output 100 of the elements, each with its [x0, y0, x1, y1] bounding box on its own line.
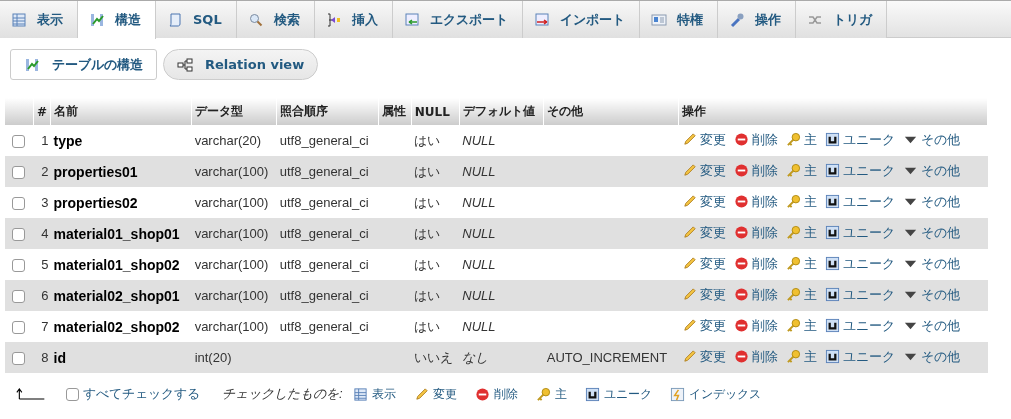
tab[interactable]: 検索 — [236, 1, 315, 38]
tab[interactable]: 特権 — [639, 1, 718, 38]
action-link[interactable]: 削除 — [751, 254, 778, 273]
unique-icon — [824, 132, 840, 148]
table-cell: はい — [411, 218, 460, 249]
action-link[interactable]: ユニーク — [842, 316, 895, 335]
tab[interactable]: トリガ — [795, 1, 887, 38]
action-link[interactable]: その他 — [920, 254, 960, 273]
action-link[interactable]: その他 — [920, 223, 960, 242]
action-link[interactable]: 主 — [803, 192, 817, 211]
action-link[interactable]: ユニーク — [842, 161, 895, 180]
action-link[interactable]: 主 — [803, 223, 817, 242]
pencil-icon — [413, 386, 429, 402]
bulk-action-link[interactable]: 表示 — [371, 385, 396, 403]
key-icon — [785, 318, 801, 334]
action-link[interactable]: ユニーク — [842, 223, 895, 242]
tab[interactable]: 操作 — [717, 1, 796, 38]
row-checkbox[interactable] — [12, 290, 25, 304]
action-link[interactable]: 削除 — [751, 347, 778, 366]
bulk-action-link[interactable]: 変更 — [432, 385, 457, 403]
action-link[interactable]: 変更 — [699, 285, 726, 304]
action-link[interactable]: その他 — [920, 316, 960, 335]
table-cell: NULL — [459, 187, 544, 218]
action-link[interactable]: 主 — [803, 316, 817, 335]
column-header: 操作 — [678, 98, 988, 125]
table-cell: なし — [459, 342, 544, 373]
search-icon — [247, 11, 264, 28]
table-cell: utf8_general_ci — [276, 311, 379, 342]
action-link[interactable]: 主 — [803, 347, 817, 366]
row-checkbox[interactable] — [12, 259, 25, 273]
bulk-action-link[interactable]: インデックス — [688, 385, 761, 403]
import-icon — [533, 11, 550, 28]
table-cell: varchar(100) — [191, 187, 277, 218]
tab[interactable]: 表示 — [0, 1, 78, 38]
column-header: その他 — [543, 98, 679, 125]
tab[interactable]: 構造 — [78, 1, 156, 39]
action-link[interactable]: ユニーク — [842, 347, 895, 366]
row-checkbox[interactable] — [12, 135, 25, 149]
subtab[interactable]: Relation view — [163, 49, 319, 80]
pencil-icon — [681, 132, 697, 148]
tab[interactable]: 挿入 — [314, 1, 393, 38]
table-cell: varchar(100) — [191, 311, 277, 342]
key-icon — [535, 386, 551, 402]
action-link[interactable]: 主 — [803, 161, 817, 180]
structure-icon — [24, 56, 40, 73]
unique-icon — [824, 163, 840, 179]
action-link[interactable]: ユニーク — [842, 285, 895, 304]
action-link[interactable]: 削除 — [751, 161, 778, 180]
key-icon — [785, 256, 801, 272]
row-checkbox[interactable] — [12, 228, 25, 242]
action-link[interactable]: その他 — [920, 192, 960, 211]
action-link[interactable]: その他 — [920, 347, 960, 366]
subtab[interactable]: テーブルの構造 — [10, 49, 157, 80]
action-link[interactable]: ユニーク — [842, 254, 895, 273]
action-link[interactable]: 変更 — [699, 316, 726, 335]
bulk-action-link[interactable]: ユニーク — [603, 385, 652, 403]
tab[interactable]: エクスポート — [392, 1, 523, 38]
action-link[interactable]: 削除 — [751, 285, 778, 304]
action-link[interactable]: 削除 — [751, 316, 778, 335]
action-link[interactable]: 変更 — [699, 223, 726, 242]
action-link[interactable]: 削除 — [751, 223, 778, 242]
action-link[interactable]: その他 — [920, 130, 960, 149]
action-link[interactable]: 主 — [803, 285, 817, 304]
row-checkbox[interactable] — [12, 197, 25, 211]
action-link[interactable]: 変更 — [699, 130, 726, 149]
action-link[interactable]: 変更 — [699, 347, 726, 366]
scroll-icon — [167, 11, 183, 28]
row-checkbox[interactable] — [12, 166, 25, 180]
action-link[interactable]: その他 — [920, 161, 960, 180]
bulk-action-link[interactable]: 主 — [554, 385, 567, 403]
table-icon — [352, 386, 368, 402]
table-cell: 3 — [33, 187, 51, 218]
action-link[interactable]: 削除 — [751, 192, 778, 211]
row-checkbox[interactable] — [12, 352, 25, 366]
tab[interactable]: インポート — [522, 1, 640, 38]
with-selected-label: チェックしたものを: — [222, 385, 343, 403]
check-all-link[interactable]: すべてチェックする — [83, 385, 200, 403]
pencil-icon — [681, 318, 697, 334]
table-cell: はい — [411, 187, 460, 218]
action-link[interactable]: 変更 — [699, 192, 726, 211]
action-link[interactable]: 変更 — [699, 161, 726, 180]
table-cell: utf8_general_ci — [276, 125, 379, 156]
action-link[interactable]: 削除 — [751, 130, 778, 149]
pencil-icon — [681, 256, 697, 272]
pencil-icon — [681, 194, 697, 210]
action-link[interactable]: 主 — [803, 254, 817, 273]
table-cell: はい — [411, 311, 460, 342]
action-link[interactable]: 主 — [803, 130, 817, 149]
action-link[interactable]: ユニーク — [842, 192, 895, 211]
action-link[interactable]: ユニーク — [842, 130, 895, 149]
tab[interactable]: SQL — [156, 1, 237, 38]
action-link[interactable]: 変更 — [699, 254, 726, 273]
bulk-action-link[interactable]: 削除 — [493, 385, 518, 403]
action-link[interactable]: その他 — [920, 285, 960, 304]
pencil-icon — [681, 163, 697, 179]
row-checkbox[interactable] — [12, 321, 25, 335]
key-icon — [785, 225, 801, 241]
check-all-checkbox[interactable] — [66, 387, 79, 401]
delete-icon — [733, 132, 749, 148]
table-cell: NULL — [459, 249, 544, 280]
